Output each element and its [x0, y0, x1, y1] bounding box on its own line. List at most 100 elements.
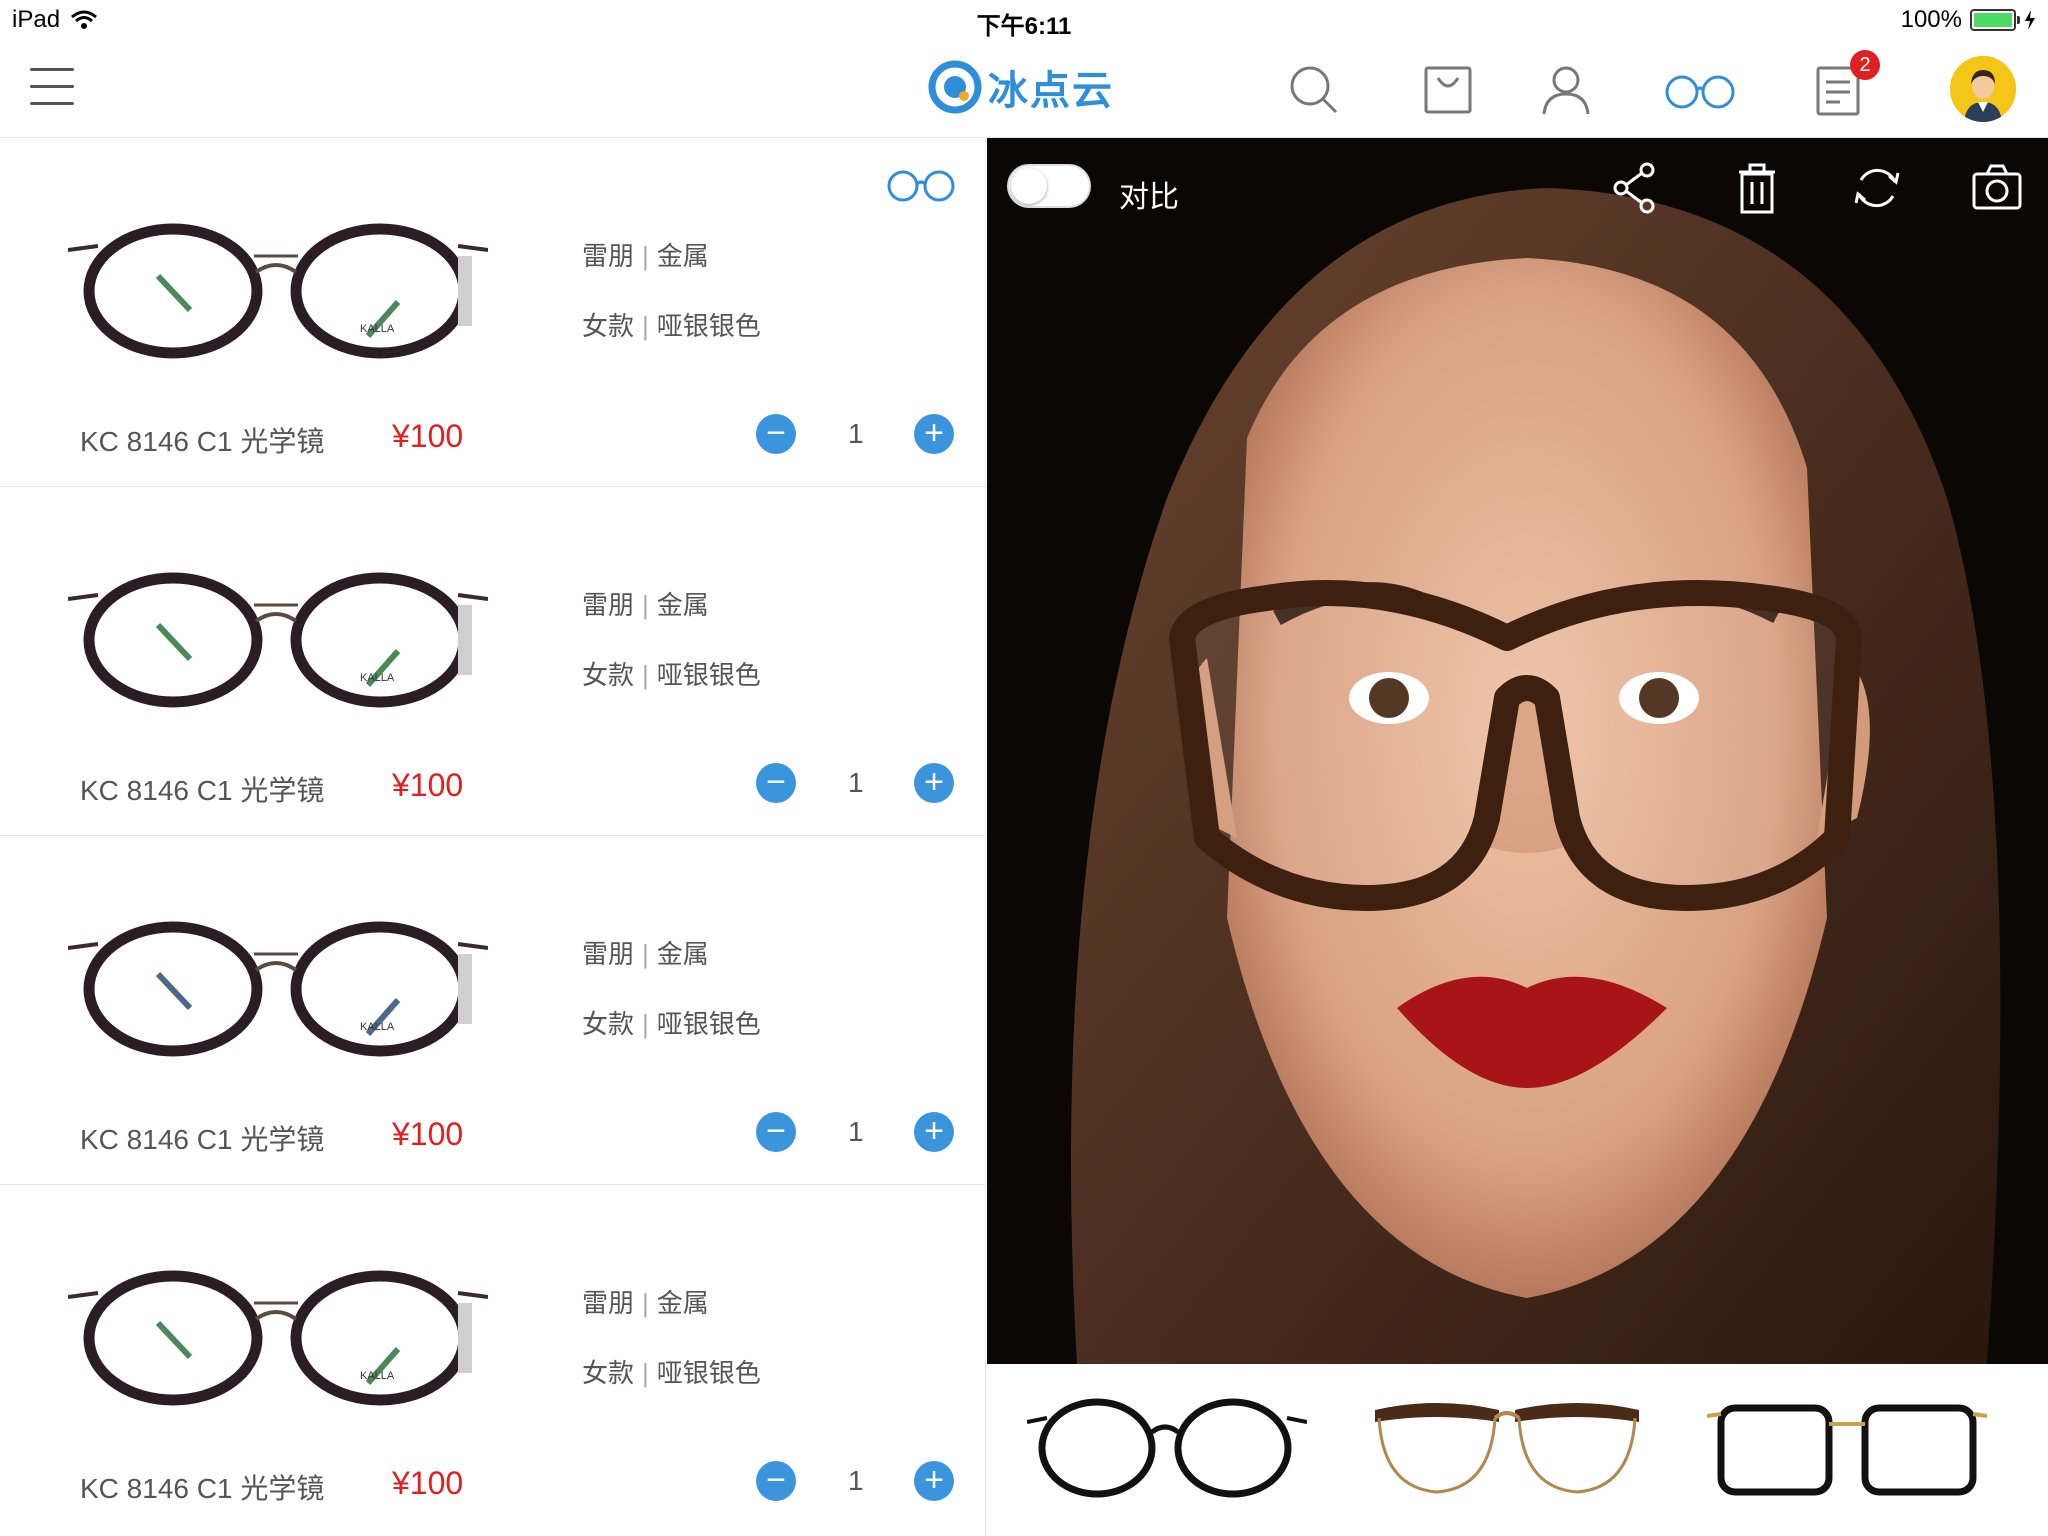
- share-button[interactable]: [1607, 160, 1663, 216]
- user-icon: [1542, 66, 1590, 115]
- attr-gender: 女款: [582, 660, 635, 690]
- attr-brand: 雷朋: [582, 1288, 635, 1318]
- attr-material: 金属: [656, 590, 709, 620]
- attr-gender: 女款: [582, 311, 635, 341]
- refresh-icon: [1854, 168, 1900, 208]
- product-attrs-row2: 女款 | 哑银银色: [582, 655, 761, 692]
- product-model: KC 8146 C1 光学镜: [80, 775, 325, 806]
- frame-brand-print: KALLA: [360, 672, 395, 684]
- attr-material: 金属: [656, 1288, 709, 1318]
- battery-icon: [1970, 9, 2020, 31]
- list-item[interactable]: KALLA 雷朋 | 金属 女款 | 哑银银色 KC 8146 C1 光学镜 ¥100 …: [0, 836, 985, 1185]
- product-price: ¥100: [392, 1465, 464, 1501]
- product-price: ¥100: [392, 418, 464, 454]
- frame-thumbnail-strip: [987, 1364, 2048, 1536]
- search-icon: [1290, 66, 1338, 114]
- camera-icon: [1972, 164, 2022, 210]
- product-attrs-row1: 雷朋 | 金属: [582, 1283, 709, 1320]
- frame-brand-print: KALLA: [360, 323, 395, 335]
- product-attrs-row2: 女款 | 哑银银色: [582, 1353, 761, 1390]
- quantity-decrease-button[interactable]: −: [756, 763, 796, 803]
- quantity-decrease-button[interactable]: −: [756, 1461, 796, 1501]
- frame-thumbnail[interactable]: [1026, 1388, 1308, 1508]
- product-glasses-image: KALLA: [68, 223, 488, 359]
- avatar-portrait-icon: [1950, 56, 2016, 122]
- square-black-gold-glasses-icon: [1706, 1404, 1988, 1496]
- shopping-bag-icon: [1424, 66, 1472, 114]
- list-item[interactable]: KALLA 雷朋 | 金属 女款 | 哑银银色 KC 8146 C1 光学镜 ¥100 …: [0, 138, 985, 487]
- orders-badge: 2: [1850, 50, 1880, 80]
- list-item[interactable]: KALLA 雷朋 | 金属 女款 | 哑银银色 KC 8146 C1 光学镜 ¥100 …: [0, 487, 985, 836]
- quantity-increase-button[interactable]: +: [914, 763, 954, 803]
- quantity-increase-button[interactable]: +: [914, 1461, 954, 1501]
- product-model: KC 8146 C1 光学镜: [80, 426, 325, 457]
- logo-mark-icon: [928, 60, 982, 114]
- quantity-increase-button[interactable]: +: [914, 414, 954, 454]
- frame-thumbnail[interactable]: [1367, 1388, 1647, 1508]
- product-price: ¥100: [392, 1116, 464, 1152]
- product-model: KC 8146 C1 光学镜: [80, 1473, 325, 1504]
- frame-thumbnail[interactable]: [1706, 1388, 1988, 1508]
- attr-separator: |: [642, 939, 649, 969]
- cart-button[interactable]: [1420, 62, 1476, 118]
- compare-toggle[interactable]: [1007, 164, 1091, 208]
- list-item[interactable]: KALLA 雷朋 | 金属 女款 | 哑银银色 KC 8146 C1 光学镜 ¥100 …: [0, 1185, 985, 1534]
- model-portrait-image: [987, 138, 2048, 1364]
- profile-button[interactable]: [1538, 62, 1594, 118]
- product-price: ¥100: [392, 767, 464, 803]
- menu-icon-line: [30, 102, 74, 105]
- glasses-compare-icon[interactable]: [886, 168, 956, 204]
- preview-toolbar: 对比: [987, 138, 2048, 234]
- quantity-value: 1: [848, 767, 864, 798]
- attr-color: 哑银银色: [656, 660, 761, 690]
- quantity-decrease-button[interactable]: −: [756, 1112, 796, 1152]
- menu-button[interactable]: [30, 68, 74, 108]
- browline-tortoise-glasses-icon: [1375, 1403, 1639, 1494]
- glasses-icon: [1665, 75, 1735, 109]
- attr-separator: |: [642, 311, 649, 341]
- product-glasses-image: KALLA: [68, 572, 488, 708]
- product-attrs-row1: 雷朋 | 金属: [582, 236, 709, 273]
- brand-logo: 冰点云: [928, 58, 1114, 116]
- round-black-glasses-icon: [1026, 1398, 1308, 1498]
- quantity-value: 1: [848, 1116, 864, 1147]
- attr-color: 哑银银色: [656, 311, 761, 341]
- brand-name: 冰点云: [988, 69, 1114, 113]
- top-nav-bar: 冰点云 2: [0, 40, 2048, 138]
- camera-button[interactable]: [1969, 160, 2025, 216]
- attr-gender: 女款: [582, 1358, 635, 1388]
- quantity-increase-button[interactable]: +: [914, 1112, 954, 1152]
- product-list: KALLA 雷朋 | 金属 女款 | 哑银银色 KC 8146 C1 光学镜 ¥100 …: [0, 138, 986, 1536]
- status-bar: iPad 下午6:11 100%: [0, 0, 2048, 40]
- orders-button[interactable]: 2: [1810, 50, 1880, 118]
- attr-separator: |: [642, 1288, 649, 1318]
- attr-separator: |: [642, 1009, 649, 1039]
- product-glasses-image: KALLA: [68, 1270, 488, 1406]
- clock: 下午6:11: [976, 13, 1072, 40]
- refresh-button[interactable]: [1849, 160, 1905, 216]
- try-on-preview[interactable]: 对比: [987, 138, 2048, 1364]
- trash-icon: [1739, 163, 1775, 214]
- attr-color: 哑银银色: [656, 1009, 761, 1039]
- product-glasses-image: KALLA: [68, 921, 488, 1057]
- product-attrs-row1: 雷朋 | 金属: [582, 585, 709, 622]
- attr-brand: 雷朋: [582, 939, 635, 969]
- compare-label: 对比: [1119, 181, 1179, 214]
- attr-gender: 女款: [582, 1009, 635, 1039]
- attr-separator: |: [642, 241, 649, 271]
- search-button[interactable]: [1286, 62, 1342, 118]
- product-attrs-row1: 雷朋 | 金属: [582, 934, 709, 971]
- attr-brand: 雷朋: [582, 241, 635, 271]
- attr-material: 金属: [656, 939, 709, 969]
- battery-percent: 100%: [1900, 6, 1962, 33]
- attr-separator: |: [642, 1358, 649, 1388]
- menu-icon-line: [30, 68, 74, 71]
- avatar[interactable]: [1950, 56, 2016, 122]
- product-attrs-row2: 女款 | 哑银银色: [582, 306, 761, 343]
- frame-brand-print: KALLA: [360, 1021, 395, 1033]
- quantity-decrease-button[interactable]: −: [756, 414, 796, 454]
- delete-button[interactable]: [1729, 160, 1785, 216]
- try-on-button[interactable]: [1664, 62, 1736, 118]
- attr-material: 金属: [656, 241, 709, 271]
- frame-brand-print: KALLA: [360, 1370, 395, 1382]
